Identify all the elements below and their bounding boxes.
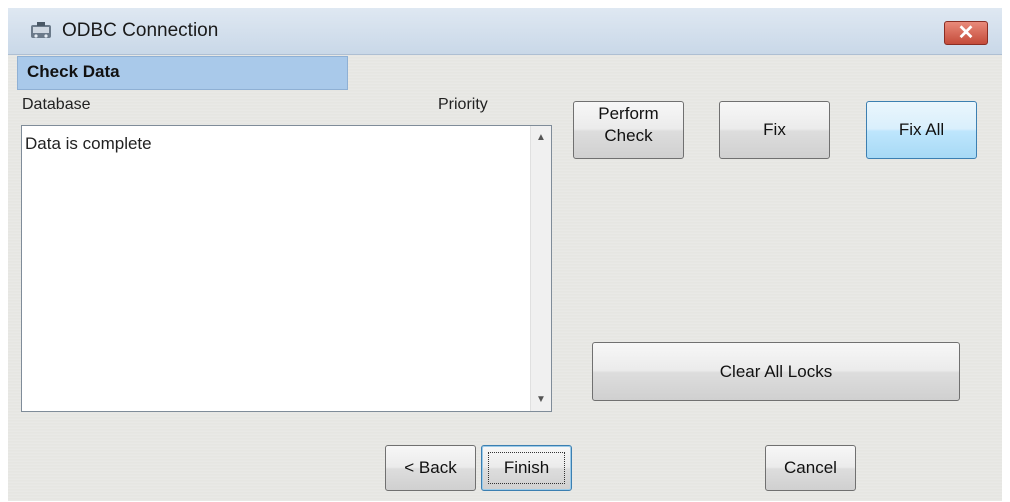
perform-check-label-line2: Check <box>604 126 653 145</box>
clear-all-locks-label: Clear All Locks <box>719 362 833 381</box>
cancel-button-label: Cancel <box>784 458 837 477</box>
check-results-list[interactable]: Data is complete ▲ ▼ <box>21 125 552 412</box>
close-button[interactable]: ✕ <box>944 21 988 45</box>
fix-button-label: Fix <box>763 120 786 139</box>
finish-button[interactable]: Finish <box>481 445 572 491</box>
back-button-label: < Back <box>404 458 457 477</box>
fix-button[interactable]: Fix <box>719 101 830 159</box>
vertical-scrollbar[interactable]: ▲ ▼ <box>530 126 551 411</box>
section-title: Check Data <box>27 62 120 81</box>
section-header: Check Data <box>17 56 348 90</box>
fix-all-button-label: Fix All <box>898 120 945 139</box>
title-bar: ODBC Connection ✕ <box>8 8 1002 55</box>
perform-check-label-line1: Perform <box>598 104 659 123</box>
wizard-body: Check Data Database Priority Data is com… <box>8 55 1002 501</box>
app-icon <box>31 22 51 38</box>
scroll-down-icon[interactable]: ▼ <box>531 394 551 405</box>
cancel-button[interactable]: Cancel <box>765 445 856 491</box>
close-icon: ✕ <box>957 22 975 44</box>
perform-check-button[interactable]: Perform Check <box>573 101 684 159</box>
column-header-database: Database <box>22 96 91 113</box>
window-title: ODBC Connection <box>62 20 219 41</box>
clear-all-locks-button[interactable]: Clear All Locks <box>592 342 960 401</box>
odbc-connection-window: ODBC Connection ✕ Check Data Database Pr… <box>0 0 1010 502</box>
fix-all-button[interactable]: Fix All <box>866 101 977 159</box>
back-button[interactable]: < Back <box>385 445 476 491</box>
list-item[interactable]: Data is complete <box>25 134 152 154</box>
scroll-up-icon[interactable]: ▲ <box>531 132 551 143</box>
column-header-priority: Priority <box>438 96 488 113</box>
finish-button-label: Finish <box>503 458 550 477</box>
